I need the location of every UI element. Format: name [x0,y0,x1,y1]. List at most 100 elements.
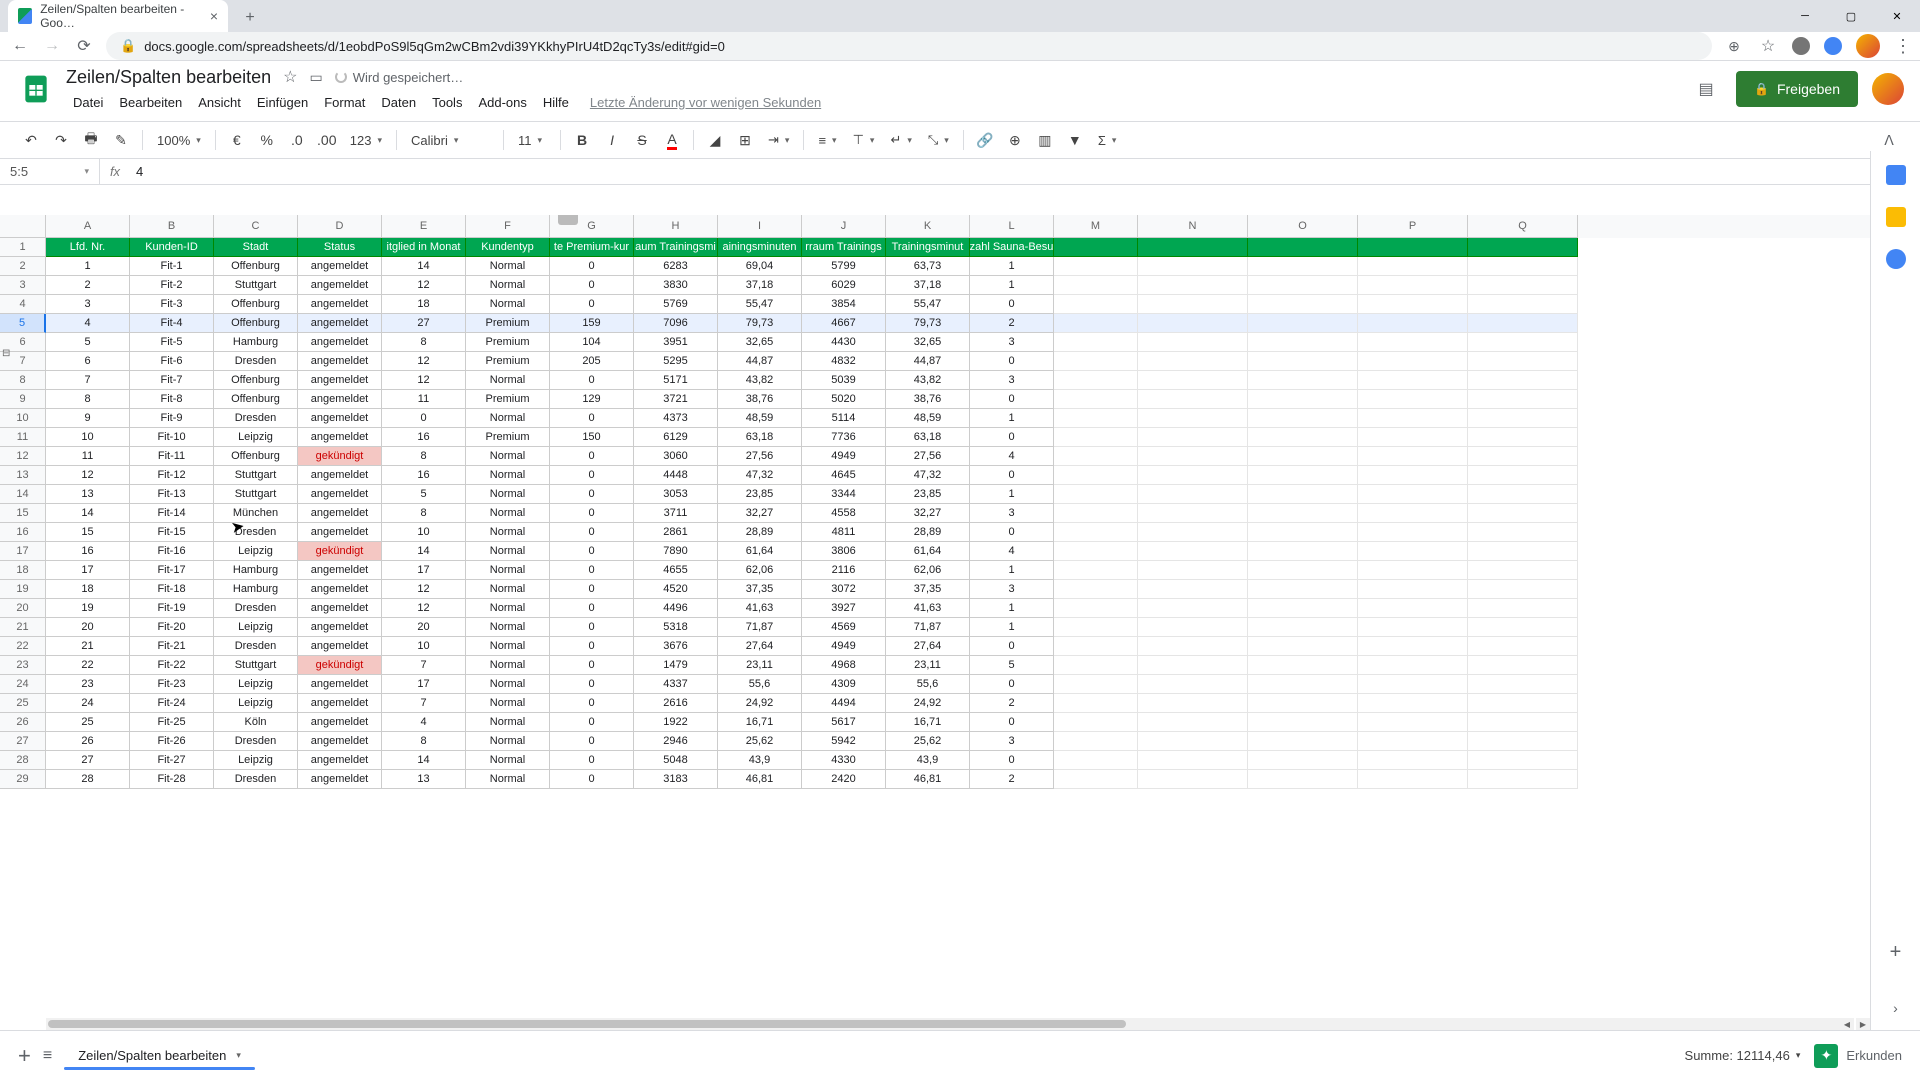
cell[interactable]: 71,87 [886,618,970,637]
cell[interactable]: 4373 [634,409,718,428]
header-cell[interactable] [1054,238,1138,257]
cell[interactable]: 4569 [802,618,886,637]
cell[interactable]: Normal [466,694,550,713]
menu-datei[interactable]: Datei [66,93,110,112]
cell[interactable]: 0 [970,637,1054,656]
cell[interactable]: angemeldet [298,675,382,694]
scroll-right-icon[interactable]: ▶ [1856,1018,1870,1030]
col-header-K[interactable]: K [886,215,970,238]
cell[interactable]: 16,71 [718,713,802,732]
cell[interactable]: 32,65 [718,333,802,352]
col-header-A[interactable]: A [46,215,130,238]
cell[interactable]: 0 [970,675,1054,694]
col-header-O[interactable]: O [1248,215,1358,238]
cell[interactable]: angemeldet [298,618,382,637]
cell[interactable]: 32,65 [886,333,970,352]
menu-einfuegen[interactable]: Einfügen [250,93,315,112]
cell[interactable]: 3344 [802,485,886,504]
menu-hilfe[interactable]: Hilfe [536,93,576,112]
row-header-23[interactable]: 23 [0,656,46,675]
document-title[interactable]: Zeilen/Spalten bearbeiten [66,67,271,88]
cell[interactable]: 4832 [802,352,886,371]
menu-daten[interactable]: Daten [374,93,423,112]
cell[interactable]: Leipzig [214,428,298,447]
cell[interactable]: München [214,504,298,523]
cell[interactable]: Köln [214,713,298,732]
cell[interactable]: Stuttgart [214,656,298,675]
cell[interactable]: 6129 [634,428,718,447]
header-cell[interactable]: itglied in Monat [382,238,466,257]
cell[interactable]: 3830 [634,276,718,295]
cell[interactable]: 55,6 [886,675,970,694]
cell[interactable]: Fit-19 [130,599,214,618]
row-header-29[interactable]: 29 [0,770,46,789]
col-header-D[interactable]: D [298,215,382,238]
add-addon-icon[interactable]: + [1890,941,1902,964]
cell[interactable]: 7 [46,371,130,390]
currency-icon[interactable]: € [224,127,250,153]
cell[interactable]: Dresden [214,409,298,428]
cell[interactable]: Fit-11 [130,447,214,466]
cell[interactable]: Fit-12 [130,466,214,485]
cell[interactable]: 14 [382,542,466,561]
redo-icon[interactable]: ↷ [48,127,74,153]
row-header-3[interactable]: 3 [0,276,46,295]
bold-icon[interactable]: B [569,127,595,153]
percent-icon[interactable]: % [254,127,280,153]
cell[interactable]: 5020 [802,390,886,409]
header-cell[interactable]: aum Trainingsmi [634,238,718,257]
cell[interactable]: Fit-27 [130,751,214,770]
cell[interactable]: 27,64 [718,637,802,656]
cell[interactable]: 4520 [634,580,718,599]
cell[interactable]: 0 [550,257,634,276]
all-sheets-button[interactable]: ≡ [43,1047,52,1065]
cell[interactable]: 5048 [634,751,718,770]
row-header-8[interactable]: 8 [0,371,46,390]
cell[interactable]: 4337 [634,675,718,694]
cell[interactable]: 4655 [634,561,718,580]
cell[interactable]: 5114 [802,409,886,428]
cell[interactable]: 24,92 [886,694,970,713]
collapse-toolbar-icon[interactable]: ᐱ [1876,127,1902,153]
cell[interactable]: Leipzig [214,618,298,637]
header-cell[interactable]: Kundentyp [466,238,550,257]
cell[interactable]: 18 [382,295,466,314]
cell[interactable]: angemeldet [298,352,382,371]
cell[interactable]: Fit-20 [130,618,214,637]
cell[interactable]: 1 [970,599,1054,618]
col-header-M[interactable]: M [1054,215,1138,238]
cell[interactable]: Fit-13 [130,485,214,504]
zoom-select[interactable]: 100% [151,133,207,148]
cell[interactable]: Hamburg [214,580,298,599]
bookmark-icon[interactable]: ☆ [1758,36,1778,56]
cell[interactable]: 3 [970,504,1054,523]
cell[interactable]: 4494 [802,694,886,713]
cell[interactable]: 7096 [634,314,718,333]
cell[interactable]: 37,35 [718,580,802,599]
cell[interactable]: 5617 [802,713,886,732]
cell[interactable]: Normal [466,561,550,580]
sheet-tab[interactable]: Zeilen/Spalten bearbeiten▾ [64,1042,255,1069]
cell[interactable]: 0 [970,466,1054,485]
cell[interactable]: 23,85 [718,485,802,504]
cell[interactable]: angemeldet [298,314,382,333]
share-button[interactable]: Freigeben [1736,71,1858,107]
cell[interactable]: 14 [382,257,466,276]
cell[interactable]: Fit-17 [130,561,214,580]
cell[interactable]: 0 [550,485,634,504]
header-cell[interactable]: Status [298,238,382,257]
chart-icon[interactable]: ▥ [1032,127,1058,153]
cell[interactable]: 10 [382,523,466,542]
cell[interactable]: 23 [46,675,130,694]
cell[interactable]: 61,64 [886,542,970,561]
cell[interactable]: 3 [970,580,1054,599]
name-box[interactable]: 5:5▾ [0,159,100,184]
cell[interactable]: 12 [46,466,130,485]
formula-bar[interactable]: 4 [130,164,1920,179]
cell[interactable]: 17 [382,675,466,694]
cell[interactable]: 0 [550,542,634,561]
cell[interactable]: 25,62 [886,732,970,751]
cell[interactable]: Dresden [214,732,298,751]
cell[interactable]: Normal [466,295,550,314]
cell[interactable]: Normal [466,637,550,656]
